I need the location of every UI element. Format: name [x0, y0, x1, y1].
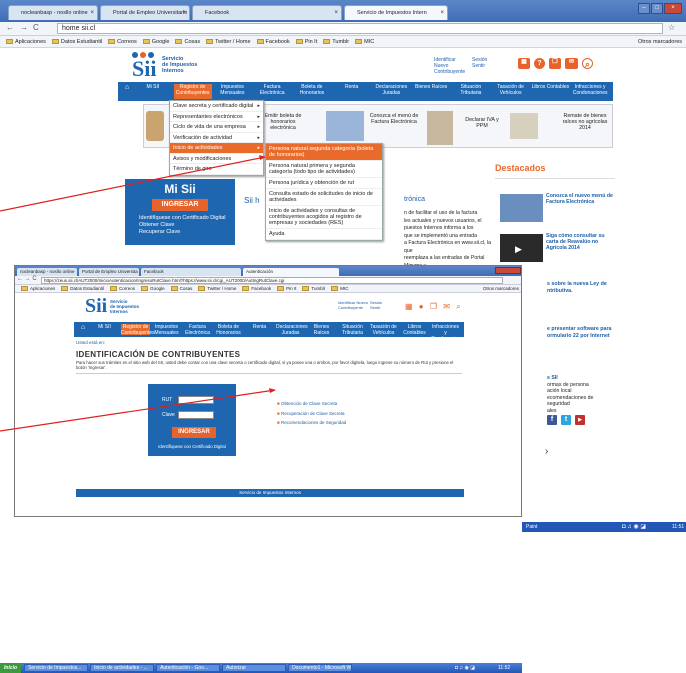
arrow-line	[0, 156, 266, 212]
windows-taskbar: Inicio Servicio de Impuestos... Inicio de …	[0, 663, 522, 673]
taskbar-item[interactable]: Inicio de actividades - ...	[90, 664, 155, 672]
taskbar-item[interactable]: Documento1 - Microsoft Word	[288, 664, 353, 672]
arrow-line	[0, 389, 276, 432]
taskbar-item[interactable]: Autorizar	[222, 664, 287, 672]
start-button[interactable]: Inicio	[0, 663, 22, 673]
taskbar-item[interactable]: Servicio de Impuestos...	[24, 664, 89, 672]
taskbar-item[interactable]: Autenticación - Goo...	[156, 664, 221, 672]
arrow-head	[259, 155, 266, 160]
clock: 11:52	[498, 665, 511, 671]
arrow-head	[269, 388, 276, 393]
annotation-arrows	[0, 155, 276, 432]
tray-icons: ◘ ♫ ◉ ◪	[455, 665, 476, 671]
